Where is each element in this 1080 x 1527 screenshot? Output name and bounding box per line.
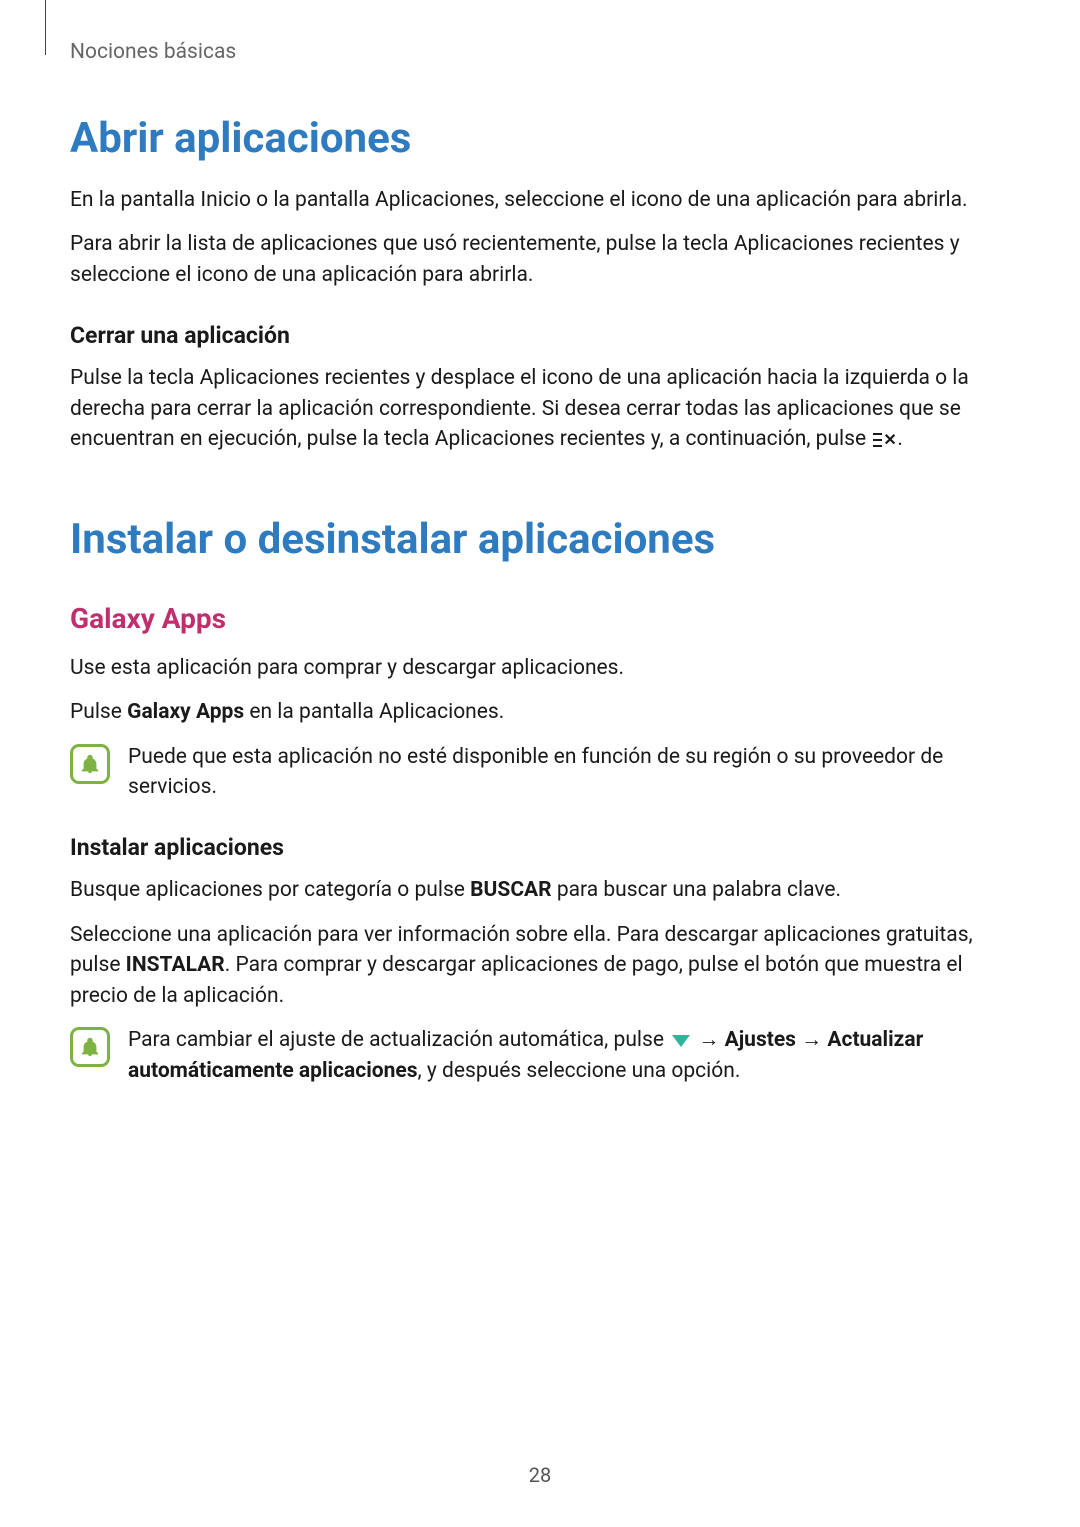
- paragraph: Seleccione una aplicación para ver infor…: [70, 920, 1010, 1011]
- heading-abrir-aplicaciones: Abrir aplicaciones: [70, 114, 1010, 163]
- note-block: Puede que esta aplicación no esté dispon…: [70, 742, 1010, 803]
- text: en la pantalla Aplicaciones.: [244, 700, 504, 724]
- bold-text: BUSCAR: [470, 878, 551, 902]
- page-crop-mark: [45, 0, 46, 55]
- paragraph: En la pantalla Inicio o la pantalla Apli…: [70, 185, 1010, 215]
- paragraph: Pulse Galaxy Apps en la pantalla Aplicac…: [70, 697, 1010, 727]
- text: Para cambiar el ajuste de actualización …: [128, 1028, 669, 1052]
- paragraph: Para abrir la lista de aplicaciones que …: [70, 229, 1010, 290]
- heading-instalar-desinstalar: Instalar o desinstalar aplicaciones: [70, 515, 1010, 564]
- paragraph: Busque aplicaciones por categoría o puls…: [70, 875, 1010, 905]
- text: Pulse: [70, 700, 127, 724]
- bold-text: INSTALAR: [126, 953, 225, 977]
- text: Busque aplicaciones por categoría o puls…: [70, 878, 470, 902]
- text: →: [693, 1028, 724, 1052]
- dropdown-icon: [672, 1035, 690, 1047]
- bold-text: Galaxy Apps: [127, 700, 244, 724]
- subheading-instalar-aplicaciones: Instalar aplicaciones: [70, 834, 1010, 861]
- text: →: [796, 1028, 827, 1052]
- note-bell-icon: [70, 744, 110, 784]
- note-text: Puede que esta aplicación no esté dispon…: [128, 742, 1010, 803]
- note-text: Para cambiar el ajuste de actualización …: [128, 1025, 1010, 1086]
- text: Pulse la tecla Aplicaciones recientes y …: [70, 366, 969, 451]
- breadcrumb: Nociones básicas: [70, 40, 1010, 64]
- close-all-icon: ✕: [873, 432, 895, 448]
- note-block: Para cambiar el ajuste de actualización …: [70, 1025, 1010, 1086]
- bold-text: Ajustes: [725, 1028, 796, 1052]
- note-bell-icon: [70, 1027, 110, 1067]
- paragraph: Pulse la tecla Aplicaciones recientes y …: [70, 363, 1010, 454]
- text: para buscar una palabra clave.: [552, 878, 841, 902]
- subheading-galaxy-apps: Galaxy Apps: [70, 602, 1010, 635]
- text: , y después seleccione una opción.: [418, 1059, 741, 1083]
- text: .: [897, 427, 903, 451]
- paragraph: Use esta aplicación para comprar y desca…: [70, 653, 1010, 683]
- subheading-cerrar-aplicacion: Cerrar una aplicación: [70, 322, 1010, 349]
- page-number: 28: [0, 1463, 1080, 1487]
